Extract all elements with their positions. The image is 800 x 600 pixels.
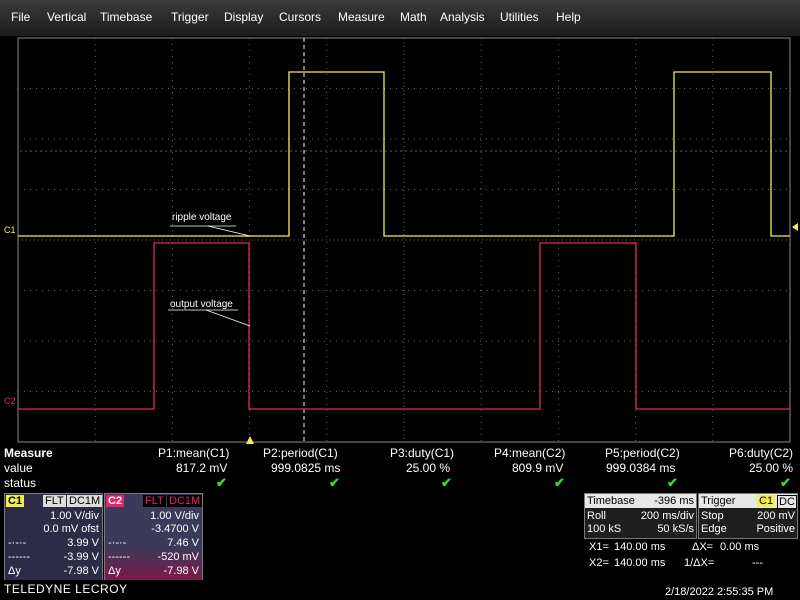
c2-delta-value: -7.98 V [163,565,199,577]
trigger-position-marker[interactable] [246,436,254,444]
measure-p5-status-icon: ✔ [667,475,678,490]
measure-p5-label[interactable]: P5:period(C2) [605,446,680,460]
measure-p4-label[interactable]: P4:mean(C2) [494,446,565,460]
timebase-delay: -396 ms [654,495,694,507]
waveform-svg: ripple voltage output voltage C1 C2 [4,37,798,444]
trigger-source: C1 [757,495,776,507]
menu-measure[interactable]: Measure [338,10,385,24]
c2-level-marker[interactable]: C2 [4,396,16,406]
timebase-box[interactable]: Timebase -396 ms Roll 200 ms/div 100 kS … [584,493,697,539]
measure-header: Measure [4,446,53,460]
footer: TELEDYNE LECROY 2/18/2022 2:55:35 PM [0,580,800,600]
measure-p6-value: 25.00 % [749,461,794,475]
measure-p2-label[interactable]: P2:period(C1) [263,446,338,460]
trigger-label: Trigger [701,495,736,507]
c2-cursor1-value: 7.46 V [167,537,199,549]
timebase-samples: 100 kS [587,523,622,535]
menu-bar: File Vertical Timebase Trigger Display C… [0,0,800,36]
c1-annotation: ripple voltage [172,212,232,223]
trigger-level: 200 mV [757,510,795,522]
c1-coupling-flt: FLT [43,495,66,507]
measure-p2-value: 999.0825 ms [271,461,341,475]
measure-p5-value: 999.0384 ms [606,461,676,475]
c2-cursor2-label: ------ [108,551,130,563]
menu-timebase[interactable]: Timebase [100,10,152,24]
c1-name-tag[interactable]: C1 [6,495,25,507]
measure-row-value: value [4,461,33,475]
measure-p1-status-icon: ✔ [216,475,227,490]
c1-cursor1-label: -·-·- [8,537,27,549]
c2-coupling-flt: FLT [143,495,166,507]
menu-analysis[interactable]: Analysis [440,10,485,24]
c2-delta-label: Δy [108,565,121,577]
c1-vdiv: 1.00 V/div [50,510,99,522]
measure-p1-label[interactable]: P1:mean(C1) [158,446,229,460]
c1-descriptor-box[interactable]: C1 FLT DC1M 1.00 V/div 0.0 mV ofst -·-·-… [4,493,103,581]
c1-offset: 0.0 mV ofst [43,523,99,535]
waveform-display[interactable]: ripple voltage output voltage C1 C2 [0,36,800,444]
trigger-mode: Stop [701,510,724,522]
timebase-rate: 50 kS/s [657,523,694,535]
cursor-dx-label: ΔX= [692,541,714,553]
menu-help[interactable]: Help [556,10,581,24]
cursor-inv-label: 1/ΔX= [684,557,715,569]
c1-cursor1-value: 3.99 V [67,537,99,549]
c2-coupling-dc1m: DC1M [167,495,203,507]
c1-delta-label: Δy [8,565,21,577]
measure-p3-value: 25.00 % [406,461,451,475]
menu-trigger[interactable]: Trigger [171,10,209,24]
menu-math[interactable]: Math [400,10,427,24]
trigger-slope: Positive [756,523,795,535]
timebase-label: Timebase [587,495,635,507]
measure-p2-status-icon: ✔ [329,475,340,490]
c1-coupling-dc1m: DC1M [67,495,103,507]
timebase-tdiv: 200 ms/div [640,510,694,522]
cursor-x1-value: 140.00 ms [614,541,666,553]
measure-p3-status-icon: ✔ [441,475,452,490]
c1-cursor2-label: ------ [8,551,30,563]
measure-p4-status-icon: ✔ [554,475,565,490]
measure-table: Measure value status P1:mean(C1) 817.2 m… [0,444,800,492]
c2-vdiv: 1.00 V/div [150,510,199,522]
menu-utilities[interactable]: Utilities [500,10,539,24]
c2-offset: -3.4700 V [151,523,199,535]
measure-p4-value: 809.9 mV [512,461,564,475]
c1-cursor2-value: -3.99 V [63,551,99,563]
c2-name-tag[interactable]: C2 [106,495,125,507]
measure-p6-label[interactable]: P6:duty(C2) [729,446,793,460]
c2-annotation: output voltage [170,299,233,310]
cursor-readout: X1= 140.00 ms ΔX= 0.00 ms X2= 140.00 ms … [584,539,798,579]
menu-cursors[interactable]: Cursors [279,10,321,24]
measure-p3-label[interactable]: P3:duty(C1) [390,446,454,460]
brand-logo: TELEDYNE LECROY [4,582,128,596]
cursor-inv-value: --- [752,557,763,569]
cursor-x1-label: X1= [589,541,609,553]
trigger-box[interactable]: Trigger C1 DC Stop 200 mV Edge Positive [698,493,798,539]
datetime: 2/18/2022 2:55:35 PM [665,586,774,598]
c2-descriptor-box[interactable]: C2 FLT DC1M 1.00 V/div -3.4700 V -·-·- 7… [104,493,203,581]
menu-vertical[interactable]: Vertical [47,10,86,24]
cursor-dx-value: 0.00 ms [720,541,760,553]
measure-p6-status-icon: ✔ [780,475,791,490]
cursor-x2-value: 140.00 ms [614,557,666,569]
measure-row-status: status [4,476,37,490]
menu-display[interactable]: Display [224,10,263,24]
c2-cursor1-label: -·-·- [108,537,127,549]
c2-cursor2-value: -520 mV [157,551,199,563]
trigger-level-marker[interactable] [792,223,798,231]
c1-annotation-leader [207,225,251,237]
c1-delta-value: -7.98 V [63,565,99,577]
cursor-x2-label: X2= [589,557,609,569]
menu-file[interactable]: File [11,10,30,24]
trigger-type: Edge [701,523,727,535]
measure-p1-value: 817.2 mV [176,461,228,475]
trigger-coupling: DC [777,495,797,509]
timebase-mode: Roll [587,510,606,522]
c1-level-marker[interactable]: C1 [4,225,16,235]
c2-annotation-leader [205,309,251,327]
